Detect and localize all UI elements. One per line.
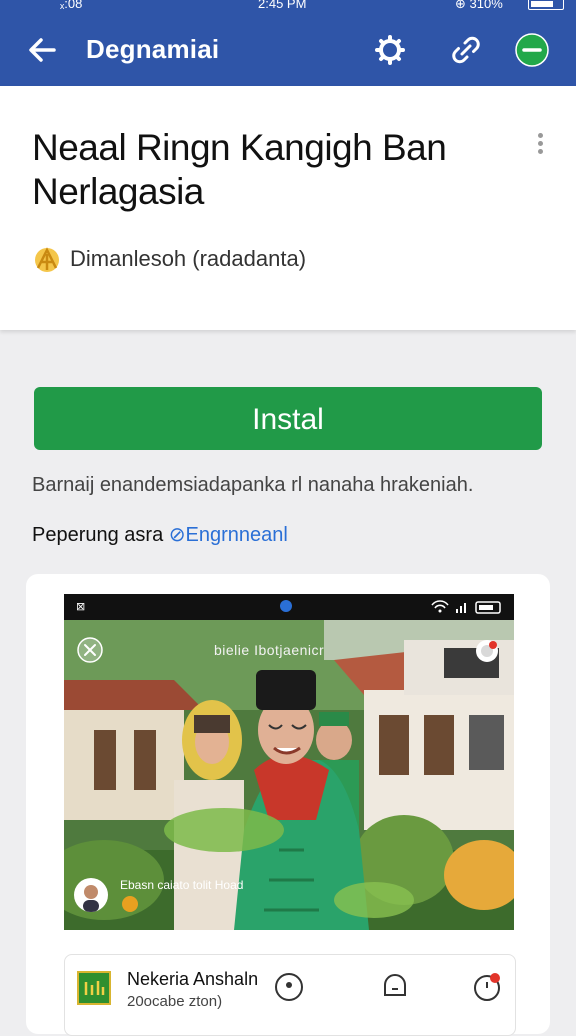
- app-header-card: Neaal Ringn Kangigh Ban Nerlagasia Diman…: [0, 86, 576, 330]
- status-bar: ₓ:08 2:45 PM ⊕ 310%: [0, 0, 576, 14]
- battery-icon: [528, 0, 564, 10]
- app-bar: Degnamiai: [0, 14, 576, 86]
- notification-icon[interactable]: [471, 971, 503, 1003]
- screenshot-status-bar: ⊠: [64, 594, 514, 620]
- bell-icon[interactable]: [379, 971, 411, 1003]
- signal-battery-icon: [431, 600, 501, 614]
- coin-icon: [122, 896, 138, 912]
- install-button[interactable]: Instal: [34, 387, 542, 450]
- screenshot-user-text: Ebasn caiato tolit Hoad: [120, 878, 244, 892]
- search-icon[interactable]: [372, 32, 408, 68]
- back-arrow-icon[interactable]: [24, 32, 60, 68]
- status-left: ₓ:08: [60, 0, 83, 11]
- link-icon[interactable]: [448, 32, 484, 68]
- developer-name: Dimanlesoh (radadanta): [70, 246, 307, 271]
- notice-text: Barnaij enandemsiadapanka rl nanaha hrak…: [32, 474, 474, 496]
- contains-prefix: Peperung asra: [32, 524, 164, 546]
- contains-link[interactable]: ⊘Engrnneanl: [169, 524, 288, 546]
- compass-icon[interactable]: [273, 971, 305, 1003]
- app-bar-title: Degnamiai: [86, 34, 220, 64]
- screenshot-caption: bielie Ibotjaenicr: [214, 642, 325, 658]
- screenshot-center-icon: [280, 600, 292, 612]
- screenshots-card: ⊠ bielie Ibotjaenicr Ebasn caiato tolit …: [26, 574, 550, 1036]
- app-mini-icon: [77, 971, 111, 1005]
- record-badge-icon[interactable]: [474, 638, 500, 664]
- contains-row: Peperung asra ⊘Engrnneanl: [32, 522, 288, 547]
- close-icon[interactable]: [76, 636, 104, 664]
- app-name: Neaal Ringn Kangigh Ban Nerlagasia: [32, 127, 447, 212]
- more-options-icon[interactable]: [530, 130, 550, 158]
- app-screenshot[interactable]: ⊠ bielie Ibotjaenicr Ebasn caiato tolit …: [64, 594, 514, 930]
- status-time: 2:45 PM: [258, 0, 307, 11]
- status-right: ⊕ 310%: [455, 0, 503, 11]
- mini-app-title: Nekeria Anshaln: [127, 969, 259, 989]
- developer-logo-icon: [35, 247, 59, 272]
- screenshot-status-left: ⊠: [76, 601, 86, 613]
- avatar: [74, 878, 108, 912]
- mini-app-subtitle: 20ocabe zton): [127, 993, 223, 1010]
- minus-circle-icon[interactable]: [514, 32, 550, 68]
